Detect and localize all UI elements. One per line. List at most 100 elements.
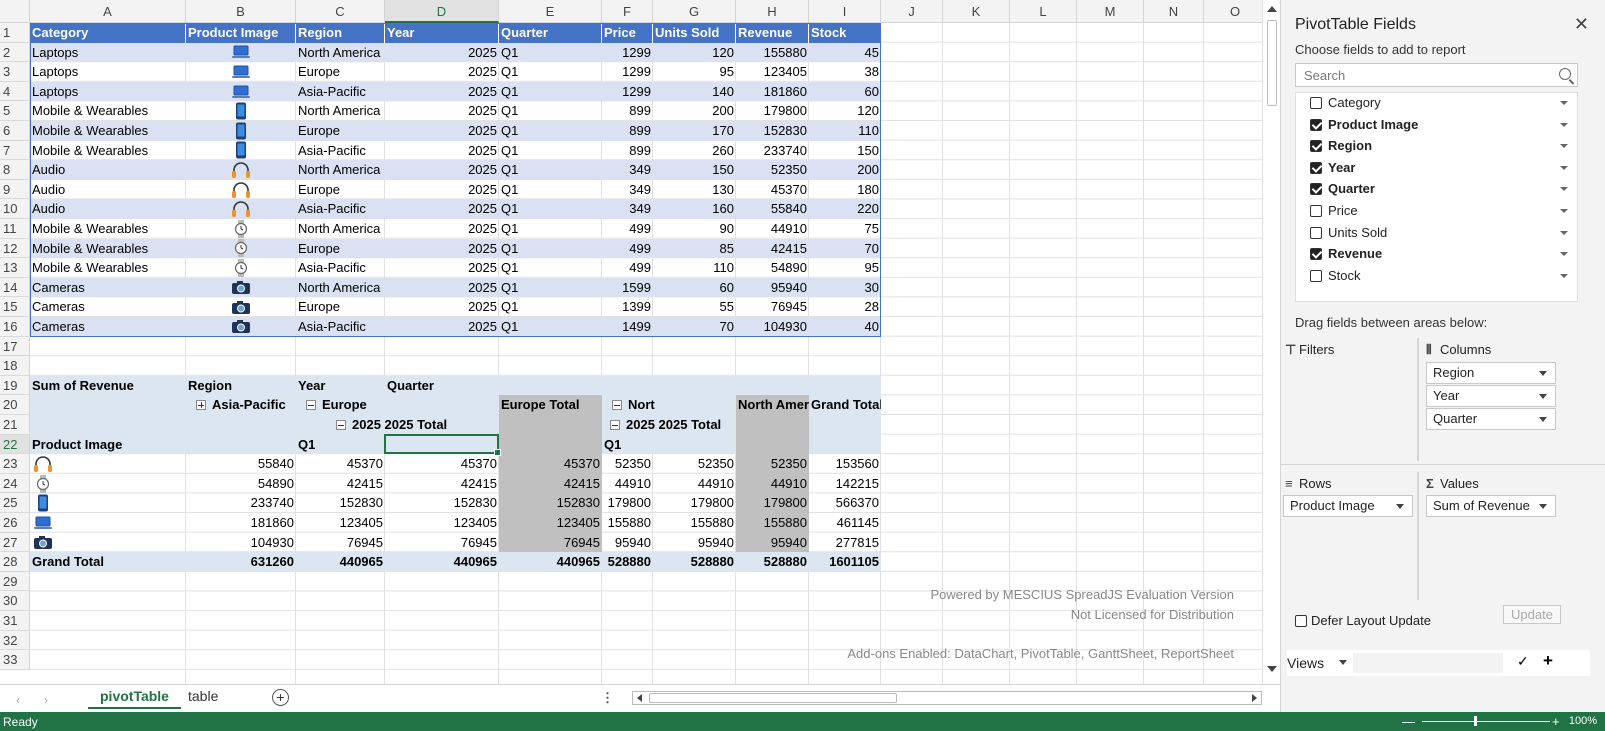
row-header-9[interactable]: 9 xyxy=(0,179,30,200)
pivot-header-bg[interactable] xyxy=(809,434,881,455)
column-header-o[interactable]: O xyxy=(1204,0,1267,23)
table-cell[interactable]: Q1 xyxy=(499,317,602,337)
table-cell[interactable]: Cameras xyxy=(30,277,186,298)
table-cell[interactable]: 95 xyxy=(653,62,736,82)
column-header-a[interactable]: A xyxy=(30,0,186,23)
pivot-value-cell[interactable]: 45370 xyxy=(385,454,499,474)
column-header-n[interactable]: N xyxy=(1144,0,1204,23)
table-cell[interactable]: 44910 xyxy=(736,219,809,239)
tab-splitter-icon[interactable]: ⋮ xyxy=(601,690,614,706)
columns-item-year[interactable]: Year xyxy=(1426,385,1556,407)
field-checkbox[interactable] xyxy=(1310,118,1322,131)
pivot-value-cell[interactable]: 123405 xyxy=(499,513,602,533)
table-cell[interactable]: 260 xyxy=(653,141,736,161)
table-cell[interactable]: 2025 xyxy=(385,141,499,161)
table-cell[interactable]: Q1 xyxy=(499,238,602,259)
table-cell[interactable]: Cameras xyxy=(30,317,186,337)
table-cell[interactable]: Q1 xyxy=(499,219,602,239)
table-cell[interactable]: 499 xyxy=(602,238,653,259)
pivot-value-cell[interactable]: 181860 xyxy=(186,513,296,533)
pivot-header-bg[interactable] xyxy=(186,434,296,455)
table-cell[interactable]: Q1 xyxy=(499,81,602,102)
pivot-header-bg[interactable] xyxy=(602,375,653,396)
table-cell[interactable]: 2025 xyxy=(385,81,499,102)
scroll-left-icon[interactable] xyxy=(637,694,642,702)
row-header-27[interactable]: 27 xyxy=(0,532,30,553)
table-cell[interactable]: 55840 xyxy=(736,199,809,219)
add-view-icon[interactable]: + xyxy=(1543,651,1553,671)
pivot-value-cell[interactable]: 95940 xyxy=(736,532,809,553)
row-header-33[interactable]: 33 xyxy=(0,650,30,670)
pivot-grand-total-label[interactable]: Grand Total xyxy=(30,552,186,572)
table-cell[interactable]: 180 xyxy=(809,180,881,200)
table-cell[interactable]: Q1 xyxy=(499,101,602,121)
table-cell[interactable]: 95940 xyxy=(736,277,809,298)
row-header-30[interactable]: 30 xyxy=(0,591,30,611)
columns-item-region[interactable]: Region xyxy=(1426,362,1556,384)
column-header-j[interactable]: J xyxy=(881,0,943,23)
pivot-value-cell[interactable]: 104930 xyxy=(186,533,296,553)
pivot-grand-total-cell[interactable]: 440965 xyxy=(296,552,385,572)
chevron-down-icon[interactable] xyxy=(1560,273,1568,278)
field-search-input[interactable]: Search xyxy=(1295,63,1578,87)
field-checkbox[interactable] xyxy=(1310,140,1322,153)
field-checkbox[interactable] xyxy=(1310,226,1322,239)
pivot-value-cell[interactable]: 52350 xyxy=(736,454,809,474)
table-cell[interactable]: 95 xyxy=(809,258,881,278)
table-cell[interactable]: 155880 xyxy=(736,42,809,63)
table-cell[interactable]: 104930 xyxy=(736,317,809,337)
table-cell[interactable]: 152830 xyxy=(736,121,809,141)
table-header-cell[interactable]: Category xyxy=(30,23,186,43)
table-cell[interactable]: North America xyxy=(296,42,385,63)
table-cell[interactable]: Q1 xyxy=(499,42,602,63)
table-cell[interactable]: 233740 xyxy=(736,141,809,161)
table-cell[interactable]: Europe xyxy=(296,180,385,200)
column-header-b[interactable]: B xyxy=(186,0,296,23)
chevron-down-icon[interactable] xyxy=(1560,252,1568,257)
table-cell[interactable]: Europe xyxy=(296,297,385,317)
row-header-1[interactable]: 1 xyxy=(0,23,30,43)
pivot-value-cell[interactable]: 152830 xyxy=(499,493,602,513)
row-header-10[interactable]: 10 xyxy=(0,199,30,219)
horizontal-scrollbar[interactable] xyxy=(632,691,1262,705)
pivot-row-field-header[interactable]: Product Image xyxy=(30,435,186,455)
tab-nav-left-icon[interactable]: ‹ xyxy=(16,693,20,707)
table-cell[interactable]: Q1 xyxy=(499,199,602,219)
row-header-32[interactable]: 32 xyxy=(0,630,30,651)
rows-item-product-image[interactable]: Product Image xyxy=(1283,495,1413,517)
table-cell[interactable]: 150 xyxy=(809,141,881,161)
zoom-in-icon[interactable]: + xyxy=(1552,714,1560,729)
pivot-year-header[interactable]: Year xyxy=(296,376,385,396)
table-cell[interactable]: 75 xyxy=(809,219,881,239)
column-header-m[interactable]: M xyxy=(1077,0,1144,23)
table-cell[interactable]: 2025 xyxy=(385,42,499,63)
table-cell[interactable]: 349 xyxy=(602,180,653,200)
pivot-value-cell[interactable]: 179800 xyxy=(653,493,736,513)
pivot-grand-total-col[interactable]: Grand Total xyxy=(809,395,881,415)
table-cell[interactable]: 2025 xyxy=(385,101,499,121)
table-cell[interactable]: 2025 xyxy=(385,199,499,219)
table-cell[interactable]: Laptops xyxy=(30,42,186,63)
pivot-value-cell[interactable]: 42415 xyxy=(385,474,499,494)
table-cell[interactable]: Q1 xyxy=(499,121,602,141)
search-icon[interactable] xyxy=(1559,68,1571,80)
row-header-24[interactable]: 24 xyxy=(0,473,30,494)
row-header-19[interactable]: 19 xyxy=(0,375,30,396)
field-checkbox[interactable] xyxy=(1310,269,1322,282)
active-cell-selection[interactable] xyxy=(384,433,501,456)
row-header-21[interactable]: 21 xyxy=(0,415,30,435)
table-cell[interactable]: 55 xyxy=(653,297,736,317)
row-header-3[interactable]: 3 xyxy=(0,62,30,82)
pivot-value-cell[interactable]: 152830 xyxy=(385,493,499,513)
pivot-value-cell[interactable]: 277815 xyxy=(809,533,881,553)
pivot-header-bg[interactable] xyxy=(30,395,186,415)
pivot-value-cell[interactable]: 45370 xyxy=(499,454,602,474)
pivot-europe-total[interactable]: Europe Total xyxy=(499,395,602,415)
chevron-down-icon[interactable] xyxy=(1560,209,1568,213)
table-cell[interactable]: Europe xyxy=(296,121,385,141)
chevron-down-icon[interactable] xyxy=(1539,417,1547,422)
collapse-icon[interactable] xyxy=(610,420,620,430)
pivot-header-bg[interactable] xyxy=(736,375,809,396)
column-header-d[interactable]: D xyxy=(385,0,499,23)
pivot-value-cell[interactable]: 44910 xyxy=(653,474,736,494)
